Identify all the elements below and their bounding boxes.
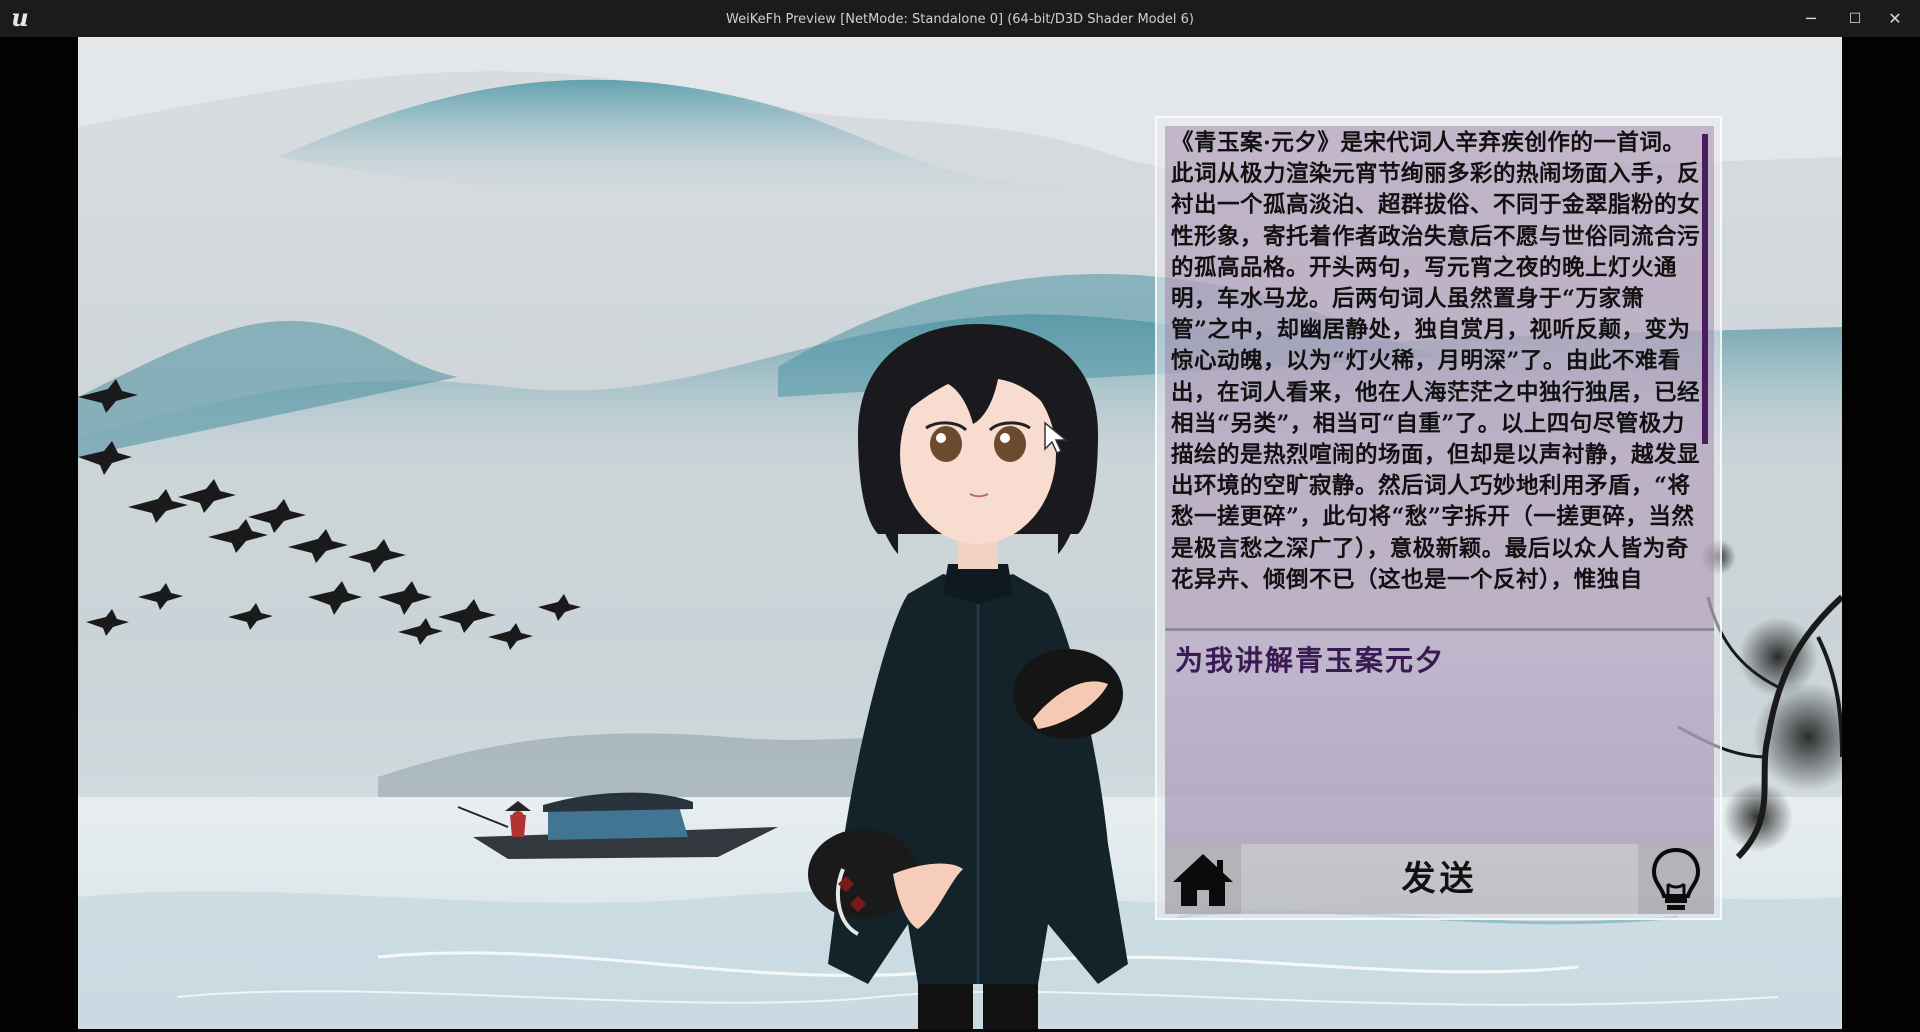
question-input-text: 为我讲解青玉案元夕: [1175, 644, 1446, 677]
home-icon: [1173, 854, 1233, 906]
home-button[interactable]: [1165, 844, 1241, 914]
answer-box[interactable]: 《青玉案·元夕》是宋代词人辛弃疾创作的一首词。此词从极力渲染元宵节绚丽多彩的热闹…: [1165, 126, 1714, 628]
answer-text: 《青玉案·元夕》是宋代词人辛弃疾创作的一首词。此词从极力渲染元宵节绚丽多彩的热闹…: [1171, 130, 1701, 593]
maximize-button[interactable]: ☐: [1840, 6, 1870, 32]
window-titlebar: u WeiKeFh Preview [NetMode: Standalone 0…: [0, 0, 1920, 37]
window-title: WeiKeFh Preview [NetMode: Standalone 0] …: [726, 12, 1194, 27]
chat-panel: 《青玉案·元夕》是宋代词人辛弃疾创作的一首词。此词从极力渲染元宵节绚丽多彩的热闹…: [1155, 116, 1722, 920]
letterbox-left: [0, 37, 78, 1032]
question-input[interactable]: 为我讲解青玉案元夕: [1165, 631, 1714, 844]
action-bar: 发送: [1165, 844, 1714, 914]
mouse-cursor-icon: [1044, 421, 1069, 455]
scrollbar-thumb[interactable]: [1702, 134, 1708, 444]
close-button[interactable]: ✕: [1880, 6, 1910, 32]
lightbulb-icon: [1651, 847, 1701, 910]
letterbox-right: [1842, 37, 1920, 1032]
avatar-character[interactable]: [798, 324, 1158, 1029]
answer-scrollbar[interactable]: [1702, 134, 1708, 628]
hint-button[interactable]: [1638, 844, 1714, 914]
send-button[interactable]: 发送: [1241, 844, 1638, 914]
minimize-button[interactable]: ─: [1796, 6, 1826, 32]
